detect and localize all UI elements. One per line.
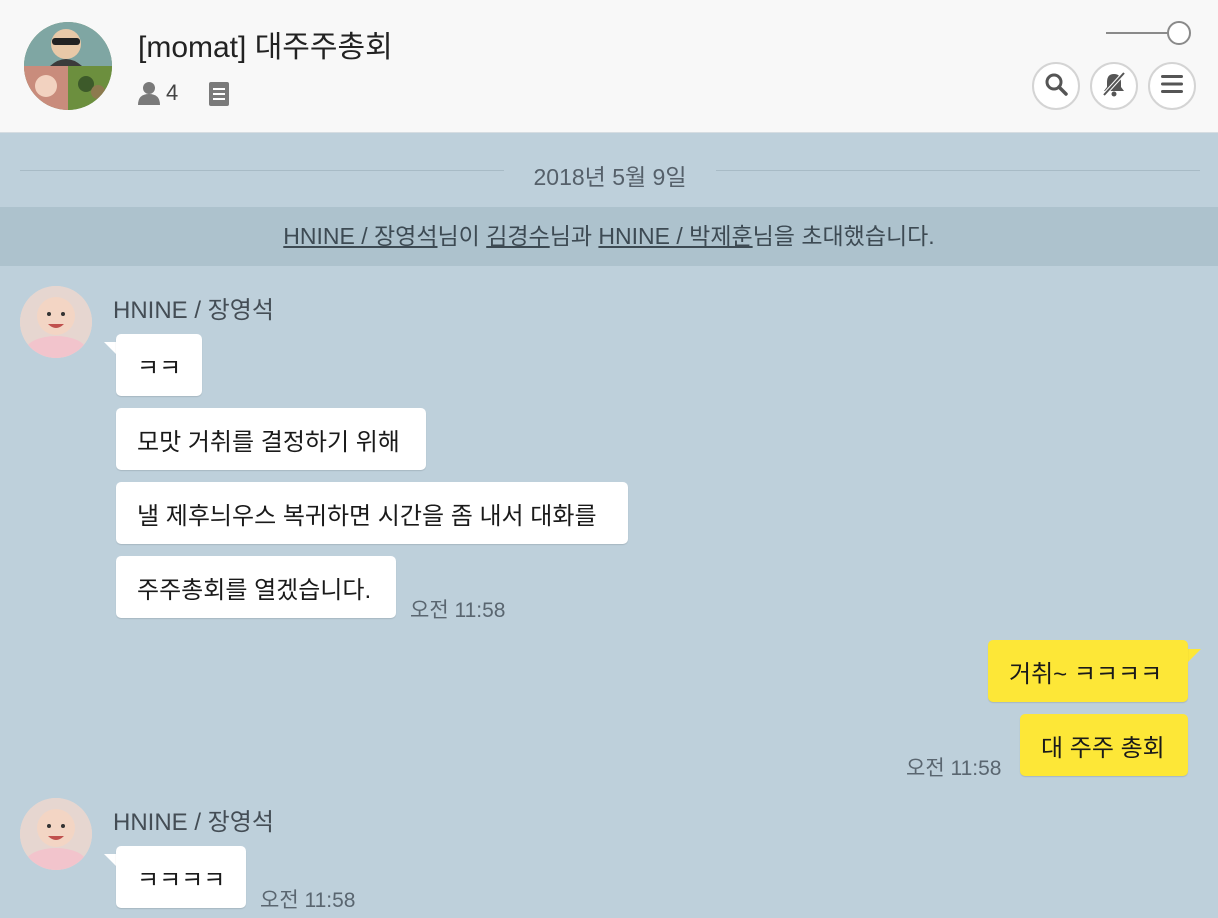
sender-avatar[interactable] bbox=[20, 286, 92, 358]
message-bubble[interactable]: 모맛 거취를 결정하기 위해 bbox=[116, 408, 426, 470]
bell-off-icon bbox=[1101, 71, 1127, 102]
room-title: [momat] 대주주총회 bbox=[138, 31, 393, 64]
room-avatar[interactable] bbox=[24, 22, 112, 110]
message-time: 오전 11:58 bbox=[906, 757, 1002, 780]
message-bubble[interactable]: 낼 제후늬우스 복귀하면 시간을 좀 내서 대화를 bbox=[116, 482, 628, 544]
sender-name[interactable]: HNINE / 장영석 bbox=[113, 290, 274, 325]
mute-button[interactable] bbox=[1090, 62, 1138, 110]
message-time: 오전 11:58 bbox=[410, 599, 506, 622]
date-divider: 2018년 5월 9일 bbox=[20, 152, 1200, 192]
person-icon[interactable] bbox=[138, 81, 160, 105]
member-count[interactable]: 4 bbox=[166, 80, 178, 106]
slider-track bbox=[1106, 32, 1168, 34]
message-time: 오전 11:58 bbox=[260, 889, 356, 912]
message-bubble[interactable]: ㅋㅋㅋㅋ bbox=[116, 846, 246, 908]
sender-name[interactable]: HNINE / 장영석 bbox=[113, 802, 274, 837]
system-message: HNINE / 장영석님이 김경수님과 HNINE / 박제훈님을 초대했습니다… bbox=[0, 207, 1218, 266]
message-bubble[interactable]: 주주총회를 열겠습니다. bbox=[116, 556, 396, 618]
menu-button[interactable] bbox=[1148, 62, 1196, 110]
my-message-bubble[interactable]: 거취~ ㅋㅋㅋㅋ bbox=[988, 640, 1188, 702]
search-icon bbox=[1044, 72, 1068, 101]
notice-icon[interactable] bbox=[208, 81, 230, 106]
room-meta: 4 bbox=[138, 78, 230, 108]
invitee-link-2[interactable]: HNINE / 박제훈 bbox=[598, 223, 752, 249]
my-message-bubble[interactable]: 대 주주 총회 bbox=[1020, 714, 1188, 776]
search-button[interactable] bbox=[1032, 62, 1080, 110]
divider-line-right bbox=[716, 170, 1200, 171]
menu-icon bbox=[1161, 74, 1183, 99]
sender-avatar[interactable] bbox=[20, 798, 92, 870]
system-text-3: 님을 초대했습니다. bbox=[752, 223, 935, 249]
system-text-2: 님과 bbox=[549, 223, 599, 249]
bubble-tail bbox=[1187, 649, 1201, 663]
message-bubble[interactable]: ㅋㅋ bbox=[116, 334, 202, 396]
slider-thumb[interactable] bbox=[1167, 21, 1191, 45]
inviter-link[interactable]: HNINE / 장영석 bbox=[283, 223, 437, 249]
system-text-1: 님이 bbox=[437, 223, 487, 249]
date-label: 2018년 5월 9일 bbox=[533, 164, 687, 190]
transparency-slider[interactable] bbox=[1106, 20, 1192, 46]
invitee-link-1[interactable]: 김경수 bbox=[486, 223, 549, 249]
chat-header: [momat] 대주주총회 4 bbox=[0, 0, 1218, 133]
